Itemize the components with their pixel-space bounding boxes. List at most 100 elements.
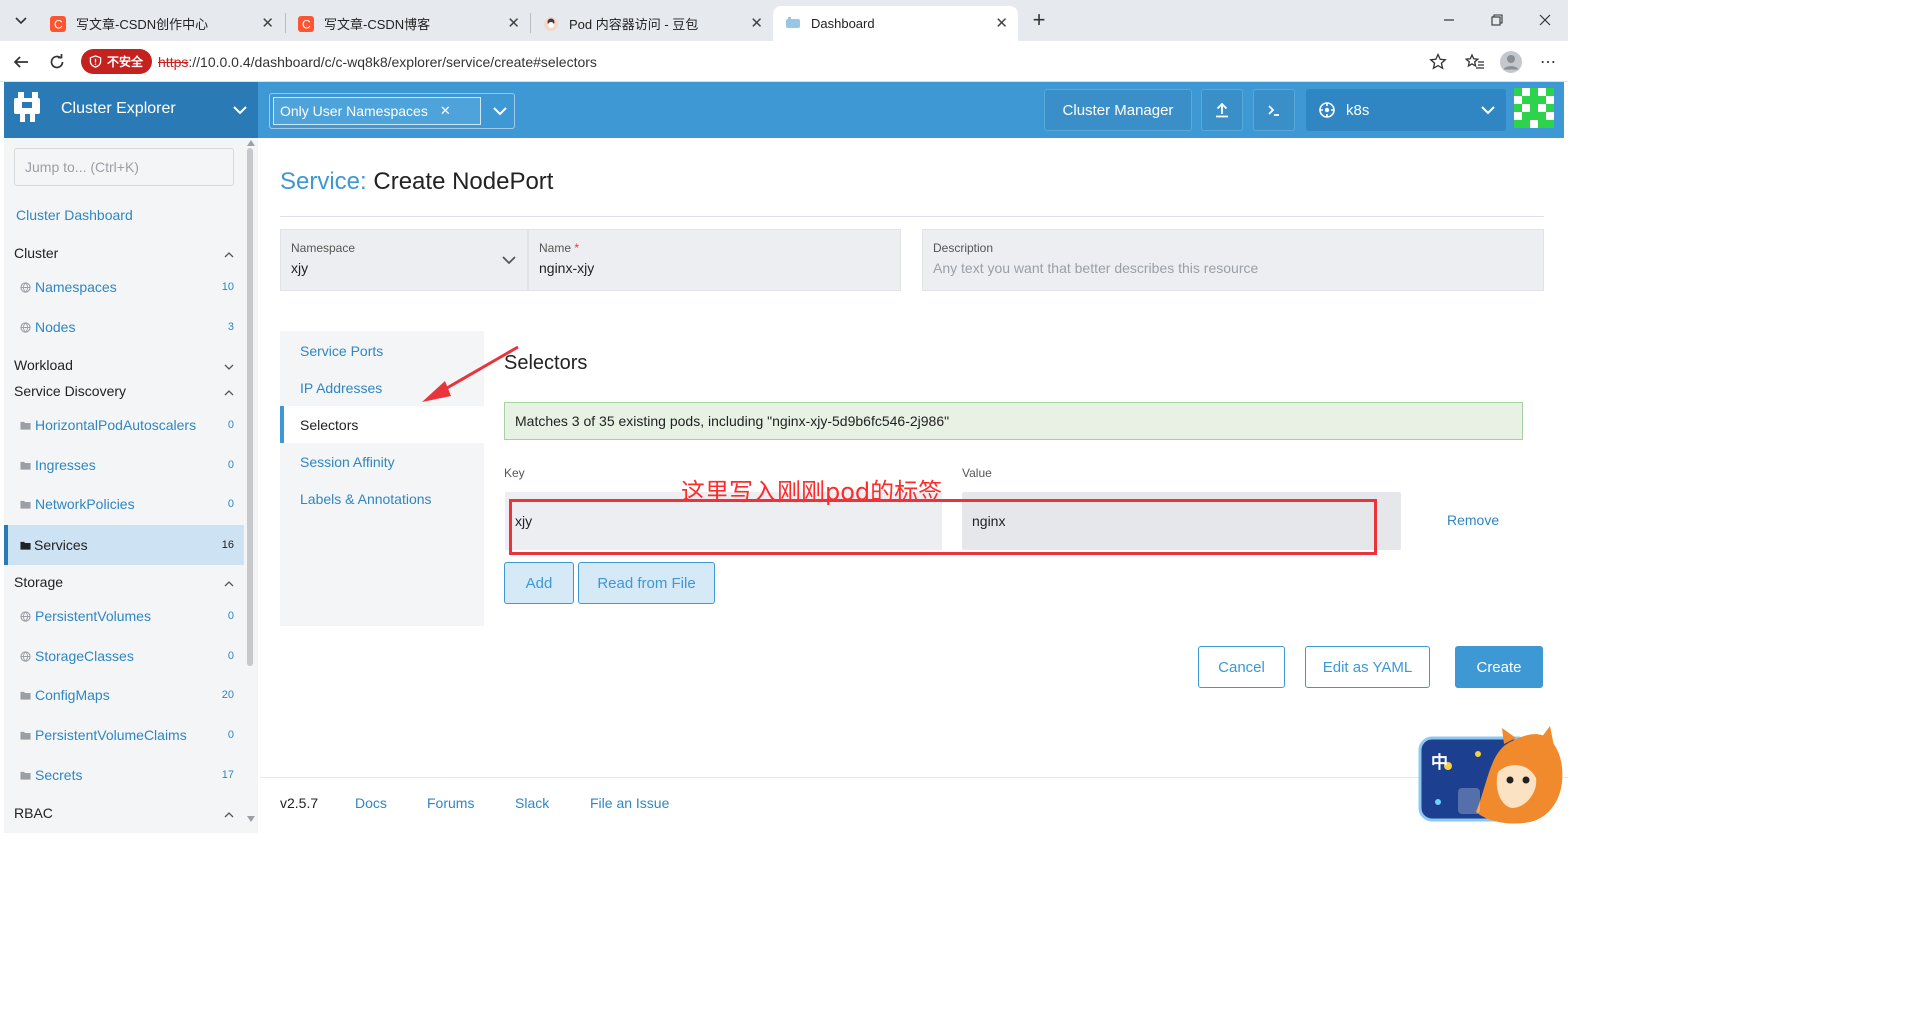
back-arrow-icon[interactable] [8, 49, 34, 75]
reload-icon[interactable] [44, 49, 70, 75]
sidebar-item-label: Secrets [35, 767, 83, 783]
sidebar-item-configmaps[interactable]: ConfigMaps 20 [4, 676, 244, 714]
sidebar-item-count: 0 [227, 610, 234, 622]
browser-tab-csdn-blog[interactable]: C 写文章-CSDN博客 ✕ [286, 6, 530, 41]
browser-tab-csdn-center[interactable]: C 写文章-CSDN创作中心 ✕ [38, 6, 284, 41]
chevron-down-icon[interactable] [232, 102, 248, 118]
chevron-up-icon[interactable] [224, 388, 234, 398]
favorites-icon[interactable] [1462, 49, 1488, 75]
chevron-down-icon[interactable] [224, 362, 234, 372]
sidebar-item-nodes[interactable]: Nodes 3 [4, 308, 244, 346]
restore-icon[interactable] [1482, 8, 1512, 32]
sidebar-item-storageclasses[interactable]: StorageClasses 0 [4, 637, 244, 675]
app-header-left: Cluster Explorer [4, 82, 258, 138]
footer-link-slack[interactable]: Slack [515, 795, 549, 811]
chevron-up-icon[interactable] [224, 810, 234, 820]
security-label: 不安全 [107, 55, 144, 69]
edit-as-yaml-button[interactable]: Edit as YAML [1305, 646, 1430, 688]
security-badge[interactable]: 不安全 [81, 49, 153, 74]
svg-text:C: C [302, 17, 311, 31]
cancel-button[interactable]: Cancel [1198, 646, 1285, 688]
svg-text:C: C [54, 17, 63, 31]
chevron-up-icon[interactable] [224, 250, 234, 260]
add-selector-button[interactable]: Add [504, 562, 574, 604]
sidebar-item-count: 20 [221, 689, 234, 701]
group-rbac[interactable]: RBAC [14, 805, 53, 821]
new-tab-icon[interactable]: + [1024, 7, 1054, 32]
tab-title: Pod 内容器访问 - 豆包 [569, 17, 699, 32]
sidebar-item-label: StorageClasses [35, 648, 134, 664]
bookmark-star-icon[interactable] [1425, 49, 1451, 75]
remove-filter-icon[interactable]: ✕ [440, 103, 451, 119]
jump-to-input[interactable]: Jump to... (Ctrl+K) [14, 148, 234, 186]
sidebar-item-label: Namespaces [35, 279, 117, 295]
close-icon[interactable]: ✕ [261, 14, 274, 32]
annotation-highlight-box [509, 499, 1377, 555]
cluster-dashboard-link[interactable]: Cluster Dashboard [16, 207, 133, 223]
sidebar-item-ingresses[interactable]: Ingresses 0 [4, 446, 244, 484]
sidebar-item-networkpolicies[interactable]: NetworkPolicies 0 [4, 485, 244, 523]
close-icon[interactable]: ✕ [750, 14, 763, 32]
footer-link-file-issue[interactable]: File an Issue [590, 795, 669, 811]
tab-session-affinity[interactable]: Session Affinity [280, 443, 484, 480]
sidebar-scrollbar[interactable] [247, 148, 253, 666]
profile-avatar-icon[interactable] [1498, 49, 1524, 75]
terminal-icon [1268, 105, 1279, 116]
ime-widget[interactable]: 中 [1418, 722, 1568, 833]
sidebar-item-services[interactable]: Services 16 [4, 525, 244, 565]
minimize-icon[interactable] [1434, 8, 1464, 32]
tab-service-ports[interactable]: Service Ports [280, 332, 484, 369]
sidebar-item-pvcs[interactable]: PersistentVolumeClaims 0 [4, 716, 244, 754]
footer-link-forums[interactable]: Forums [427, 795, 474, 811]
sidebar: Jump to... (Ctrl+K) Cluster Dashboard Cl… [4, 138, 258, 833]
cluster-selector[interactable]: k8s [1306, 89, 1506, 131]
app-header: Cluster Explorer Only User Namespaces ✕ … [4, 82, 1564, 138]
browser-tab-dashboard[interactable]: Dashboard ✕ [773, 6, 1018, 41]
sidebar-item-label: Nodes [35, 319, 76, 335]
upload-yaml-button[interactable] [1201, 89, 1243, 131]
user-avatar[interactable] [1514, 88, 1554, 128]
kubectl-shell-button[interactable] [1253, 89, 1295, 131]
scroll-down-arrow-icon[interactable] [247, 816, 255, 822]
csdn-icon: C [298, 15, 314, 32]
read-from-file-button[interactable]: Read from File [578, 562, 715, 604]
chevron-down-icon[interactable] [492, 103, 508, 119]
name-field[interactable]: Name * nginx-xjy [528, 229, 901, 291]
sidebar-item-persistentvolumes[interactable]: PersistentVolumes 0 [4, 597, 244, 635]
group-service-discovery[interactable]: Service Discovery [14, 383, 126, 399]
sidebar-item-namespaces[interactable]: Namespaces 10 [4, 268, 244, 306]
tab-title: 写文章-CSDN博客 [324, 17, 431, 32]
close-icon[interactable]: ✕ [507, 14, 520, 32]
sidebar-item-hpa[interactable]: HorizontalPodAutoscalers 0 [4, 406, 244, 444]
rancher-logo-icon[interactable] [12, 88, 48, 124]
chevron-down-icon [1481, 106, 1495, 115]
namespace-select[interactable]: Namespace xjy [280, 229, 528, 291]
url-field[interactable]: 不安全 https://10.0.0.4/dashboard/c/c-wq8k8… [78, 46, 1456, 77]
more-menu-icon[interactable]: ⋯ [1535, 49, 1561, 75]
sidebar-item-count: 0 [227, 729, 234, 741]
remove-selector-button[interactable]: Remove [1447, 512, 1499, 528]
description-field[interactable]: Description Any text you want that bette… [922, 229, 1544, 291]
cluster-name: k8s [1346, 101, 1370, 119]
tab-labels-annotations[interactable]: Labels & Annotations [280, 480, 484, 517]
browser-tab-doubao[interactable]: Pod 内容器访问 - 豆包 ✕ [531, 6, 773, 41]
sidebar-item-secrets[interactable]: Secrets 17 [4, 756, 244, 794]
app-title[interactable]: Cluster Explorer [61, 100, 176, 118]
scroll-up-arrow-icon[interactable] [247, 140, 255, 146]
group-storage[interactable]: Storage [14, 574, 63, 590]
footer-link-docs[interactable]: Docs [355, 795, 387, 811]
tab-ip-addresses[interactable]: IP Addresses [280, 369, 484, 406]
namespace-filter[interactable]: Only User Namespaces ✕ [269, 93, 515, 129]
key-label: Key [504, 466, 525, 480]
group-cluster[interactable]: Cluster [14, 245, 58, 261]
chevron-up-icon[interactable] [224, 579, 234, 589]
create-button[interactable]: Create [1455, 646, 1543, 688]
cluster-manager-button[interactable]: Cluster Manager [1044, 89, 1192, 131]
close-icon[interactable]: ✕ [995, 14, 1008, 32]
csdn-icon: C [50, 15, 66, 32]
sidebar-item-label: ConfigMaps [35, 687, 110, 703]
tab-selectors[interactable]: Selectors [280, 406, 484, 443]
tab-search-chevron-icon[interactable] [8, 7, 34, 33]
window-close-icon[interactable] [1530, 8, 1560, 32]
group-workload[interactable]: Workload [14, 357, 73, 373]
